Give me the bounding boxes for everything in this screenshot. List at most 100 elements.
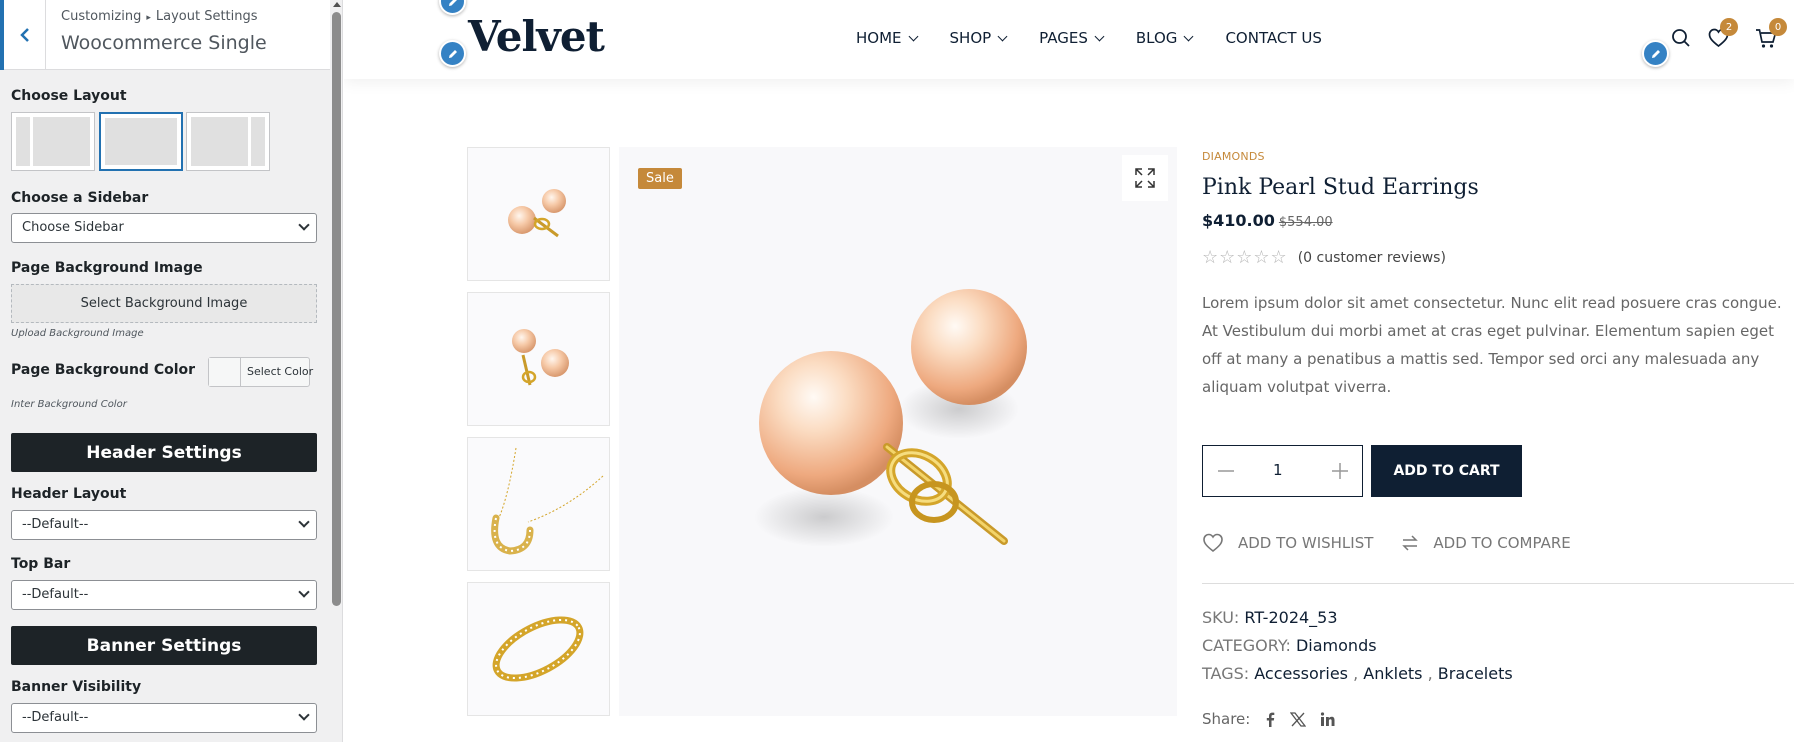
category-link[interactable]: Diamonds bbox=[1296, 636, 1377, 655]
select-value: Choose Sidebar bbox=[22, 220, 124, 235]
nav-label: BLOG bbox=[1135, 29, 1178, 47]
back-button[interactable] bbox=[0, 0, 46, 70]
wishlist-compare-row: ADD TO WISHLIST ADD TO COMPARE bbox=[1202, 533, 1571, 553]
main-navigation: HOME SHOP PAGES BLOG CONTACT US bbox=[856, 29, 1322, 47]
diamond-ring-image bbox=[492, 616, 584, 682]
layout-content-block bbox=[191, 117, 248, 166]
chevron-down-icon bbox=[298, 709, 310, 721]
customizer-header: Customizing ▸ Layout Settings Woocommerce … bbox=[0, 0, 330, 70]
tags-row: TAGS: Accessories , Anklets , Bracelets bbox=[1202, 664, 1513, 683]
choose-layout-label: Choose Layout bbox=[11, 88, 127, 104]
nav-label: HOME bbox=[856, 29, 902, 47]
product-category-link[interactable]: DIAMONDS bbox=[1202, 150, 1794, 163]
chevron-down-icon bbox=[908, 31, 918, 41]
sku-label: SKU: bbox=[1202, 608, 1240, 627]
nav-item-blog[interactable]: BLOG bbox=[1135, 29, 1194, 47]
tag-link[interactable]: Accessories bbox=[1254, 664, 1348, 683]
nav-label: CONTACT US bbox=[1225, 29, 1322, 47]
banner-settings-heading[interactable]: Banner Settings bbox=[11, 626, 317, 665]
add-to-wishlist-link[interactable]: ADD TO WISHLIST bbox=[1238, 534, 1373, 552]
sale-price: $410.00 bbox=[1202, 211, 1275, 230]
select-background-image-button[interactable]: Select Background Image bbox=[11, 284, 317, 323]
pencil-icon[interactable] bbox=[1642, 40, 1669, 67]
sku-value: RT-2024_53 bbox=[1244, 608, 1338, 627]
layout-option-right-sidebar[interactable] bbox=[186, 112, 270, 171]
tag-link[interactable]: Bracelets bbox=[1438, 664, 1513, 683]
bg-color-hint: Inter Background Color bbox=[11, 399, 127, 410]
add-to-compare-link[interactable]: ADD TO COMPARE bbox=[1433, 534, 1570, 552]
top-bar-label: Top Bar bbox=[11, 556, 71, 572]
price-row: $410.00 $554.00 bbox=[1202, 211, 1794, 230]
layout-content-block bbox=[105, 118, 177, 165]
header-settings-heading[interactable]: Header Settings bbox=[11, 433, 317, 472]
chevron-down-icon bbox=[298, 586, 310, 598]
sku-row: SKU: RT-2024_53 bbox=[1202, 608, 1338, 627]
rating-row: ☆☆☆☆☆ (0 customer reviews) bbox=[1202, 247, 1794, 268]
product-summary: DIAMONDS Pink Pearl Stud Earrings $410.0… bbox=[1202, 150, 1794, 728]
category-row: CATEGORY: Diamonds bbox=[1202, 636, 1377, 655]
layout-option-left-sidebar[interactable] bbox=[11, 112, 95, 171]
layout-sidebar-block bbox=[251, 117, 265, 166]
scrollbar-thumb[interactable] bbox=[332, 12, 341, 606]
pearl-earrings-image bbox=[508, 189, 566, 238]
site-logo[interactable]: Velvet bbox=[468, 12, 605, 61]
wishlist-count-badge: 2 bbox=[1720, 18, 1738, 36]
section-title: Woocommerce Single bbox=[61, 32, 267, 54]
breadcrumb-item: Customizing bbox=[61, 9, 142, 24]
header-layout-select[interactable]: --Default-- bbox=[11, 510, 317, 540]
bg-image-label: Page Background Image bbox=[11, 260, 203, 276]
chevron-down-icon bbox=[298, 219, 310, 231]
layout-option-full-width[interactable] bbox=[99, 112, 183, 171]
nav-item-shop[interactable]: SHOP bbox=[949, 29, 1008, 47]
quantity-value[interactable]: 1 bbox=[1273, 461, 1283, 479]
product-thumbnail-2[interactable] bbox=[467, 292, 610, 426]
x-icon[interactable] bbox=[1290, 711, 1307, 727]
customizer-panel: Customizing ▸ Layout Settings Woocommerce … bbox=[0, 0, 343, 742]
heart-icon[interactable]: 2 bbox=[1708, 18, 1738, 52]
nav-label: PAGES bbox=[1039, 29, 1088, 47]
nav-item-contact[interactable]: CONTACT US bbox=[1225, 29, 1321, 47]
plus-icon[interactable] bbox=[1327, 458, 1353, 484]
top-bar-select[interactable]: --Default-- bbox=[11, 580, 317, 610]
pencil-icon[interactable] bbox=[439, 0, 466, 15]
nav-label: SHOP bbox=[949, 29, 992, 47]
layout-sidebar-block bbox=[16, 117, 30, 166]
pencil-icon[interactable] bbox=[439, 40, 466, 67]
header-layout-label: Header Layout bbox=[11, 486, 127, 502]
chevron-left-icon bbox=[19, 28, 29, 42]
choose-sidebar-label: Choose a Sidebar bbox=[11, 190, 149, 206]
add-to-cart-button[interactable]: ADD TO CART bbox=[1371, 445, 1522, 497]
tag-link[interactable]: Anklets bbox=[1363, 664, 1422, 683]
linkedin-icon[interactable] bbox=[1320, 711, 1335, 727]
product-thumbnail-1[interactable] bbox=[467, 147, 610, 281]
bg-image-hint: Upload Background Image bbox=[11, 328, 144, 339]
select-value: --Default-- bbox=[22, 587, 89, 602]
search-icon[interactable] bbox=[1671, 28, 1691, 52]
product-thumbnail-3[interactable] bbox=[467, 437, 610, 571]
breadcrumb: Customizing ▸ Layout Settings bbox=[61, 9, 258, 24]
select-value: --Default-- bbox=[22, 710, 89, 725]
minus-icon[interactable] bbox=[1213, 458, 1239, 484]
share-label: Share: bbox=[1202, 710, 1251, 728]
site-header: Velvet HOME SHOP PAGES BLOG CONTACT US 2… bbox=[344, 0, 1794, 79]
scrollbar[interactable] bbox=[330, 0, 342, 742]
chevron-down-icon bbox=[997, 31, 1008, 41]
choose-sidebar-select[interactable]: Choose Sidebar bbox=[11, 213, 317, 243]
facebook-icon[interactable] bbox=[1264, 712, 1276, 727]
share-row: Share: bbox=[1202, 710, 1335, 728]
product-main-image[interactable]: Sale bbox=[619, 147, 1177, 716]
cart-icon[interactable]: 0 bbox=[1755, 18, 1787, 53]
color-swatch bbox=[209, 358, 241, 386]
breadcrumb-separator-icon: ▸ bbox=[146, 13, 151, 23]
select-color-button[interactable]: Select Color bbox=[208, 357, 313, 387]
nav-item-pages[interactable]: PAGES bbox=[1039, 29, 1105, 47]
nav-item-home[interactable]: HOME bbox=[856, 29, 918, 47]
product-thumbnail-4[interactable] bbox=[467, 582, 610, 716]
compare-icon bbox=[1402, 535, 1419, 551]
scroll-up-arrow-icon[interactable] bbox=[333, 2, 341, 7]
heart-icon bbox=[1203, 533, 1223, 553]
banner-visibility-select[interactable]: --Default-- bbox=[11, 703, 317, 733]
product-title: Pink Pearl Stud Earrings bbox=[1202, 175, 1479, 200]
cart-count-badge: 0 bbox=[1769, 18, 1787, 36]
reviews-link[interactable]: (0 customer reviews) bbox=[1298, 250, 1446, 266]
